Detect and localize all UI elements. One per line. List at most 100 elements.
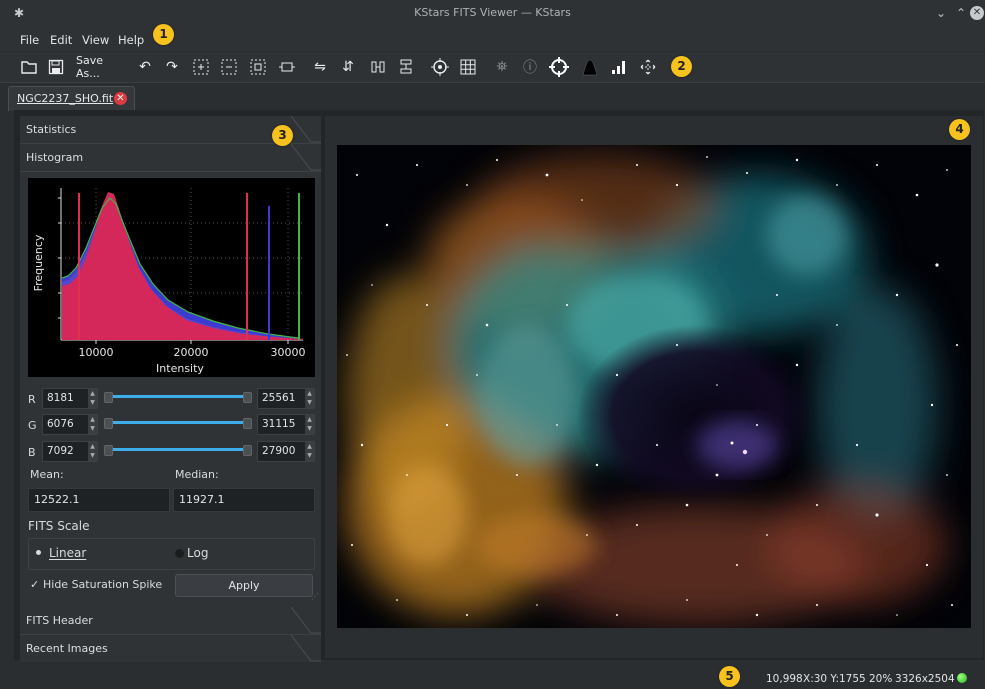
zoom-out-icon[interactable] — [219, 56, 239, 78]
histogram-xtick: 20000 — [174, 346, 209, 359]
save-icon[interactable] — [47, 56, 65, 78]
slider-handle-max[interactable] — [243, 392, 252, 403]
rotate-ccw-icon[interactable] — [368, 56, 388, 78]
redo-icon[interactable]: ↷ — [163, 56, 181, 78]
histogram-xtick: 10000 — [79, 346, 114, 359]
checkbox-check-icon[interactable]: ✓ — [30, 578, 39, 591]
title-bar: ✱ KStars FITS Viewer — KStars ⌄ ⌃ ✕ — [0, 0, 985, 28]
menu-view[interactable]: View — [82, 33, 109, 47]
radio-log-icon[interactable] — [174, 548, 185, 559]
slider-handle-max[interactable] — [243, 445, 252, 456]
save-as-button[interactable]: Save As... — [76, 54, 128, 80]
b-min-spinbox[interactable]: 7092 ▲ ▼ — [42, 441, 98, 462]
callout-badge-4: 4 — [949, 119, 970, 140]
section-fits-header-label: FITS Header — [26, 614, 93, 627]
minimize-icon[interactable]: ⌄ — [933, 5, 949, 21]
section-recent-images-label: Recent Images — [26, 642, 108, 655]
apply-button-label: Apply — [228, 579, 260, 592]
histogram-icon[interactable] — [609, 56, 629, 78]
spin-arrows-icon[interactable]: ▲ ▼ — [88, 389, 97, 408]
b-max-value: 27900 — [262, 445, 296, 457]
info-icon[interactable]: ⓘ — [520, 56, 540, 78]
fits-image[interactable] — [337, 145, 971, 628]
g-max-value: 31115 — [262, 418, 296, 430]
resize-grip-icon[interactable]: ⋰ — [311, 592, 319, 601]
menu-help[interactable]: Help — [118, 33, 144, 47]
open-icon[interactable] — [20, 56, 38, 78]
toolbar: Save As... ↶ ↷ ⇋ ⇵ ⛯ ⓘ — [0, 52, 985, 83]
menu-edit[interactable]: Edit — [50, 33, 72, 47]
spin-arrows-icon[interactable]: ▲ ▼ — [305, 389, 314, 408]
mean-field[interactable]: 12522.1 — [28, 488, 170, 512]
zoom-default-icon[interactable] — [277, 56, 297, 78]
target-icon[interactable] — [548, 56, 570, 78]
g-min-spinbox[interactable]: 6076 ▲ ▼ — [42, 414, 98, 435]
status-bar: 10,998 X:30 Y:1755 20% 3326x2504 — [0, 662, 985, 689]
median-field[interactable]: 11927.1 — [173, 488, 315, 512]
close-window-icon[interactable]: ✕ — [970, 6, 984, 20]
autostretch-icon[interactable] — [580, 56, 600, 78]
maximize-icon[interactable]: ⌃ — [953, 5, 969, 21]
radio-linear-icon[interactable] — [36, 550, 41, 555]
g-range-slider[interactable] — [102, 413, 254, 433]
undo-icon[interactable]: ↶ — [136, 56, 154, 78]
pan-icon[interactable] — [638, 56, 658, 78]
callout-badge-1: 1 — [153, 24, 174, 45]
slider-handle-min[interactable] — [104, 392, 113, 403]
apply-button[interactable]: Apply — [175, 574, 313, 597]
section-fits-header[interactable]: FITS Header — [20, 607, 321, 635]
g-max-spinbox[interactable]: 31115 ▲ ▼ — [257, 414, 315, 435]
r-max-value: 25561 — [262, 392, 296, 404]
slider-handle-min[interactable] — [104, 418, 113, 429]
spin-arrows-icon[interactable]: ▲ ▼ — [88, 442, 97, 461]
status-led-icon — [957, 673, 967, 683]
menu-file[interactable]: File — [20, 33, 39, 47]
fits-scale-group: Linear Log — [28, 538, 315, 570]
r-min-spinbox[interactable]: 8181 ▲ ▼ — [42, 388, 98, 409]
r-range-slider[interactable] — [102, 387, 254, 407]
channel-label: G — [28, 419, 37, 432]
pixel-value: 10,998 — [766, 673, 803, 685]
histogram-xtick: 30000 — [271, 346, 306, 359]
b-max-spinbox[interactable]: 27900 ▲ ▼ — [257, 441, 315, 462]
grid-icon[interactable] — [458, 56, 478, 78]
flip-h-icon[interactable]: ⇋ — [310, 56, 330, 78]
spin-arrows-icon[interactable]: ▲ ▼ — [305, 415, 314, 434]
b-min-value: 7092 — [47, 445, 74, 457]
r-max-spinbox[interactable]: 25561 ▲ ▼ — [257, 388, 315, 409]
spin-arrows-icon[interactable]: ▲ ▼ — [305, 442, 314, 461]
hide-saturation-spike-label[interactable]: Hide Saturation Spike — [43, 578, 162, 591]
tab-bar: NGC2237_SHO.fit ✕ — [0, 84, 985, 111]
radio-log-label[interactable]: Log — [187, 546, 208, 560]
median-label: Median: — [175, 468, 219, 481]
spin-arrows-icon[interactable]: ▲ ▼ — [88, 415, 97, 434]
g-min-value: 6076 — [47, 418, 74, 430]
tab-label: NGC2237_SHO.fit — [17, 92, 114, 105]
section-histogram-label: Histogram — [26, 151, 84, 164]
close-tab-icon[interactable]: ✕ — [114, 92, 127, 105]
radio-linear-label[interactable]: Linear — [49, 546, 86, 560]
r-min-value: 8181 — [47, 392, 74, 404]
flip-v-icon[interactable]: ⇵ — [338, 56, 358, 78]
tab-ngc2237[interactable]: NGC2237_SHO.fit ✕ — [8, 86, 135, 111]
channel-label: B — [28, 446, 36, 459]
crosshair-icon[interactable] — [430, 56, 450, 78]
b-range-slider[interactable] — [102, 440, 254, 460]
histogram-plot[interactable]: Frequency 10000 20000 30000 Intensity — [28, 178, 315, 377]
zoom-in-icon[interactable] — [191, 56, 211, 78]
mean-value: 12522.1 — [34, 493, 80, 506]
median-value: 11927.1 — [179, 493, 225, 506]
fits-scale-title: FITS Scale — [28, 519, 90, 533]
slider-handle-max[interactable] — [243, 418, 252, 429]
histogram-xlabel: Intensity — [156, 362, 204, 375]
callout-badge-3: 3 — [272, 125, 293, 146]
menu-bar: File Edit View Help — [0, 27, 985, 51]
section-histogram[interactable]: Histogram — [20, 144, 321, 172]
slider-handle-min[interactable] — [104, 445, 113, 456]
star-detect-icon[interactable]: ⛯ — [492, 56, 512, 78]
zoom-fit-icon[interactable] — [248, 56, 268, 78]
section-recent-images[interactable]: Recent Images — [20, 635, 321, 663]
window-title: KStars FITS Viewer — KStars — [414, 6, 571, 19]
rotate-cw-icon[interactable] — [396, 56, 416, 78]
channel-label: R — [28, 393, 36, 406]
